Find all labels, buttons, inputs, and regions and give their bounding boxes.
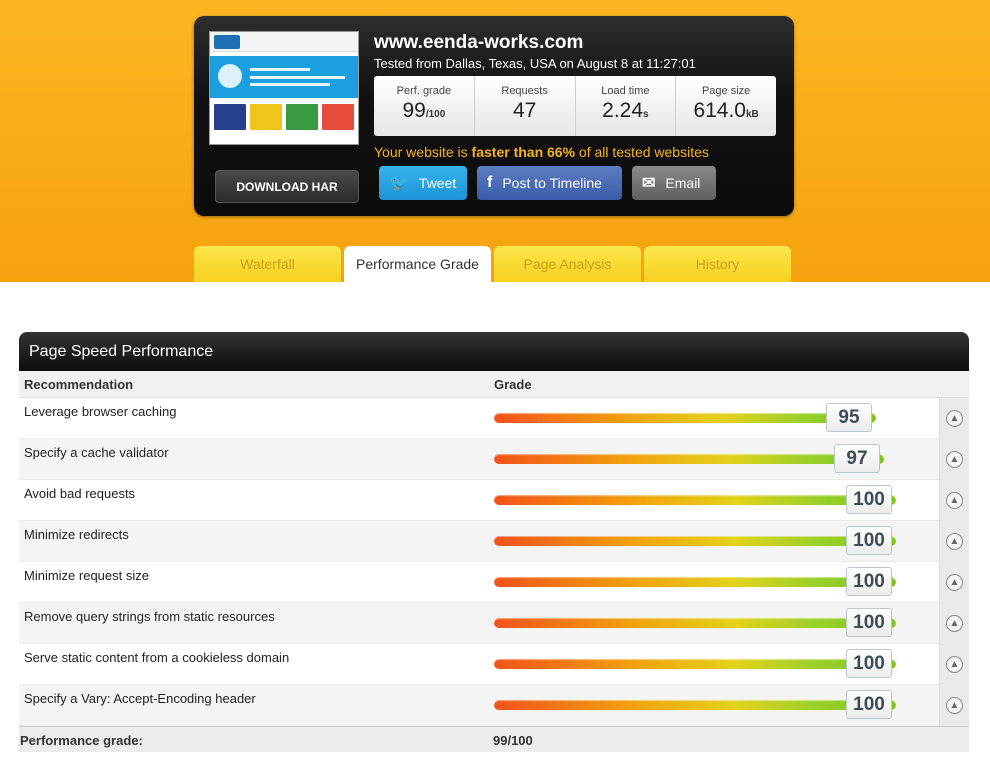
expand-toggle[interactable]: ▲ [939,603,969,644]
table-row[interactable]: Minimize request size 100 ▲ [19,562,969,603]
chevron-up-icon: ▲ [946,410,963,427]
tab-history[interactable]: History [644,246,791,282]
test-location-time: Tested from Dallas, Texas, USA on August… [374,56,696,71]
metrics-bar: Perf. grade 99/100 Requests 47 Load time… [374,76,776,136]
grade-bar [494,700,896,710]
chevron-up-icon: ▲ [946,615,963,632]
speed-comparison-highlight: faster than 66% [471,144,576,160]
recommendation-name: Avoid bad requests [24,486,136,501]
timeline-label: Post to Timeline [502,175,602,191]
metric-label: Perf. grade [396,85,452,97]
grade-score: 100 [846,485,892,514]
chevron-up-icon: ▲ [946,574,963,591]
grade-score: 97 [834,444,880,473]
tweet-button[interactable]: 🐦 Tweet [379,166,467,200]
performance-grade-footer: Performance grade: 99/100 [19,726,969,752]
table-row[interactable]: Remove query strings from static resourc… [19,603,969,644]
expand-toggle[interactable]: ▲ [939,562,969,603]
grade-score: 100 [846,526,892,555]
metric-unit: /100 [425,109,446,120]
tab-performance-grade[interactable]: Performance Grade [344,246,491,282]
footer-value: 99/100 [493,733,533,748]
post-to-timeline-button[interactable]: f Post to Timeline [477,166,622,200]
site-url[interactable]: www.eenda-works.com [374,32,583,54]
recommendation-name: Minimize request size [24,568,149,583]
metric-unit: kB [746,109,759,120]
site-screenshot-thumbnail[interactable] [209,31,359,145]
grade-bar [494,577,896,587]
table-row[interactable]: Leverage browser caching 95 ▲ [19,398,969,439]
metric-value: 614.0 [693,99,746,122]
grade-score: 100 [846,567,892,596]
tab-waterfall[interactable]: Waterfall [194,246,341,282]
speed-comparison-suffix: of all tested websites [575,144,709,160]
grade-bar [494,536,896,546]
recommendation-name: Minimize redirects [24,527,129,542]
panel-title: Page Speed Performance [19,332,969,371]
recommendation-name: Specify a cache validator [24,445,169,460]
facebook-icon: f [487,174,493,191]
metric-page-size: Page size 614.0kB [676,76,776,136]
grade-score: 100 [846,649,892,678]
recommendation-name: Remove query strings from static resourc… [24,609,275,624]
page-speed-panel: Page Speed Performance Recommendation Gr… [19,332,969,752]
column-recommendation: Recommendation [24,377,134,392]
footer-label: Performance grade: [20,733,143,748]
table-header: Recommendation Grade [19,371,969,398]
metric-label: Page size [701,85,751,97]
expand-toggle[interactable]: ▲ [939,398,969,439]
tweet-label: Tweet [418,175,457,191]
grade-bar [494,659,896,669]
chevron-up-icon: ▲ [946,492,963,509]
grade-bar [494,454,884,464]
test-summary-card: www.eenda-works.com Tested from Dallas, … [194,16,794,216]
grade-bar [494,495,896,505]
grade-bar [494,413,876,423]
metric-requests: Requests 47 [475,76,576,136]
grade-score: 100 [846,608,892,637]
expand-toggle[interactable]: ▲ [939,480,969,521]
tab-page-analysis[interactable]: Page Analysis [494,246,641,282]
metric-value: 99 [402,99,426,122]
recommendation-name: Leverage browser caching [24,404,177,419]
expand-toggle[interactable]: ▲ [939,439,969,480]
grade-score: 100 [846,690,892,719]
table-row[interactable]: Serve static content from a cookieless d… [19,644,969,685]
email-button[interactable]: ✉ Email [632,166,716,200]
table-row[interactable]: Specify a cache validator 97 ▲ [19,439,969,480]
envelope-icon: ✉ [642,175,656,192]
recommendation-name: Specify a Vary: Accept-Encoding header [24,691,256,706]
grade-score: 95 [826,403,872,432]
metric-value: 2.24 [602,99,644,122]
table-row[interactable]: Minimize redirects 100 ▲ [19,521,969,562]
metric-value: 47 [512,99,537,122]
metric-perf-grade: Perf. grade 99/100 [374,76,475,136]
table-row[interactable]: Specify a Vary: Accept-Encoding header 10… [19,685,969,726]
metric-load-time: Load time 2.24s [576,76,677,136]
grade-bar [494,618,896,628]
expand-toggle[interactable]: ▲ [939,644,969,685]
metric-unit: s [643,109,649,120]
speed-comparison: Your website is faster than 66% of all t… [374,144,709,160]
chevron-up-icon: ▲ [946,533,963,550]
twitter-bird-icon: 🐦 [389,175,409,192]
table-row[interactable]: Avoid bad requests 100 ▲ [19,480,969,521]
recommendation-name: Serve static content from a cookieless d… [24,650,290,665]
chevron-up-icon: ▲ [946,451,963,468]
expand-toggle[interactable]: ▲ [939,521,969,562]
speed-comparison-prefix: Your website is [374,144,472,160]
column-grade: Grade [494,377,532,392]
metric-label: Requests [501,85,548,97]
email-label: Email [665,175,701,191]
chevron-up-icon: ▲ [946,656,963,673]
download-har-button[interactable]: DOWNLOAD HAR [215,170,359,203]
chevron-up-icon: ▲ [946,697,963,714]
metric-label: Load time [601,85,650,97]
expand-toggle[interactable]: ▲ [939,685,969,726]
